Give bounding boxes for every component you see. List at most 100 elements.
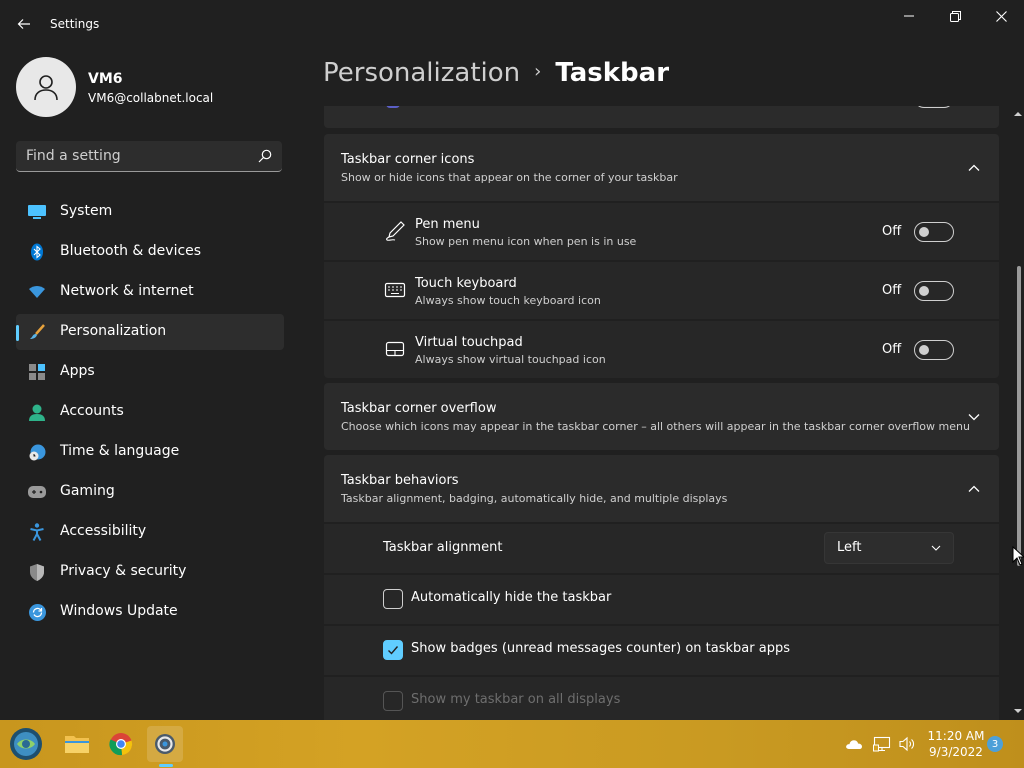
scroll-up-arrow-icon[interactable] <box>1014 110 1022 118</box>
toggle-state-label: Off <box>882 283 902 298</box>
mouse-cursor-icon <box>1012 546 1024 566</box>
clock-time: 11:20 AM <box>927 729 985 743</box>
accessibility-icon <box>28 523 46 541</box>
auto-hide-checkbox[interactable] <box>383 589 403 609</box>
page-title: Taskbar <box>555 58 670 88</box>
sidebar-item-label: Personalization <box>60 323 167 339</box>
sidebar-item-label: Gaming <box>60 483 115 499</box>
card-title: Taskbar corner overflow <box>341 401 497 416</box>
sidebar-item-privacy[interactable]: Privacy & security <box>16 554 284 590</box>
sidebar-item-label: Accounts <box>60 403 124 419</box>
sidebar-item-label: System <box>60 203 113 219</box>
file-explorer-icon <box>65 736 89 753</box>
controller-icon <box>28 483 46 501</box>
search-icon[interactable] <box>258 149 272 163</box>
chrome-icon <box>109 733 133 756</box>
onedrive-icon[interactable] <box>845 735 863 753</box>
search-input[interactable] <box>26 147 246 165</box>
chevron-up-icon[interactable] <box>967 482 981 496</box>
restore-button[interactable] <box>932 4 978 28</box>
taskbar-clock[interactable]: 11:20 AM 9/3/2022 <box>920 728 992 760</box>
row-description: Always show virtual touchpad icon <box>415 353 606 366</box>
auto-hide-label: Automatically hide the taskbar <box>411 590 612 605</box>
corner-overflow-card[interactable]: Taskbar corner overflow Choose which ico… <box>324 383 999 450</box>
badges-checkbox[interactable] <box>383 640 403 660</box>
sidebar-item-label: Bluetooth & devices <box>60 243 202 259</box>
apps-icon <box>28 363 46 381</box>
row-title: Touch keyboard <box>415 276 517 291</box>
settings-app-button[interactable] <box>147 726 183 762</box>
sidebar-item-system[interactable]: System <box>16 194 284 230</box>
sidebar-item-gaming[interactable]: Gaming <box>16 474 284 510</box>
pen-menu-toggle[interactable] <box>914 222 954 242</box>
chevron-down-icon[interactable] <box>967 410 981 424</box>
notification-badge[interactable]: 3 <box>987 736 1003 752</box>
corner-icons-header[interactable]: Taskbar corner icons Show or hide icons … <box>324 134 999 201</box>
breadcrumb-separator: › <box>534 61 542 82</box>
sidebar-item-label: Network & internet <box>60 283 194 299</box>
pen-menu-row: Pen menu Show pen menu icon when pen is … <box>324 203 999 260</box>
user-profile[interactable]: VM6 VM6@collabnet.local <box>16 57 296 117</box>
virtual-touchpad-row: Virtual touchpad Always show virtual tou… <box>324 321 999 378</box>
sidebar-item-network[interactable]: Network & internet <box>16 274 284 310</box>
start-orb-icon <box>10 728 42 760</box>
touchpad-icon <box>385 341 405 357</box>
touch-keyboard-row: Touch keyboard Always show touch keyboar… <box>324 262 999 319</box>
active-app-indicator <box>159 764 173 767</box>
toggle-state-label: Off <box>882 342 902 357</box>
sidebar-item-windows-update[interactable]: Windows Update <box>16 594 284 630</box>
sidebar-item-personalization[interactable]: Personalization <box>16 314 284 350</box>
scroll-down-arrow-icon[interactable] <box>1014 707 1022 715</box>
app-title: Settings <box>50 17 100 31</box>
clock-date: 9/3/2022 <box>929 745 983 759</box>
person-icon <box>28 403 46 421</box>
close-icon <box>995 10 1007 22</box>
search-box[interactable] <box>16 141 282 172</box>
card-description: Choose which icons may appear in the tas… <box>341 420 970 433</box>
scroll-thumb[interactable] <box>1017 266 1021 566</box>
virtual-touchpad-toggle[interactable] <box>914 340 954 360</box>
sidebar-nav: System Bluetooth & devices Network & int… <box>16 194 284 634</box>
start-button[interactable] <box>8 726 44 762</box>
sidebar-item-apps[interactable]: Apps <box>16 354 284 390</box>
sidebar-item-accounts[interactable]: Accounts <box>16 394 284 430</box>
close-button[interactable] <box>978 4 1024 28</box>
sidebar-item-accessibility[interactable]: Accessibility <box>16 514 284 550</box>
badges-label: Show badges (unread messages counter) on… <box>411 641 790 656</box>
sidebar-item-bluetooth[interactable]: Bluetooth & devices <box>16 234 284 270</box>
file-explorer-button[interactable] <box>59 726 95 762</box>
avatar <box>16 57 76 117</box>
volume-icon[interactable] <box>898 735 916 753</box>
breadcrumb-parent[interactable]: Personalization <box>323 58 520 88</box>
card-description: Show or hide icons that appear on the co… <box>341 171 678 184</box>
minimize-icon <box>904 15 914 17</box>
chrome-button[interactable] <box>103 726 139 762</box>
title-bar: Settings <box>0 0 1024 48</box>
chevron-up-icon[interactable] <box>967 161 981 175</box>
checkmark-icon <box>388 646 399 655</box>
all-displays-label: Show my taskbar on all displays <box>411 692 621 707</box>
user-name: VM6 <box>88 71 123 87</box>
settings-window: Settings VM6 VM6@collabnet.local System … <box>0 0 1024 720</box>
bluetooth-icon <box>28 243 46 261</box>
row-title: Virtual touchpad <box>415 335 523 350</box>
restore-icon <box>949 10 961 22</box>
truncated-toggle[interactable] <box>914 106 954 108</box>
touch-keyboard-toggle[interactable] <box>914 281 954 301</box>
taskbar: 11:20 AM 9/3/2022 3 <box>0 720 1024 768</box>
sidebar-item-time-language[interactable]: Time & language <box>16 434 284 470</box>
back-button[interactable] <box>12 12 36 36</box>
sidebar-item-label: Time & language <box>60 443 180 459</box>
user-email: VM6@collabnet.local <box>88 91 214 105</box>
network-icon[interactable] <box>873 735 891 753</box>
alignment-dropdown[interactable]: Left <box>824 532 954 564</box>
card-title: Taskbar corner icons <box>341 152 475 167</box>
minimize-button[interactable] <box>886 4 932 28</box>
breadcrumb: Personalization › Taskbar <box>323 58 669 98</box>
alignment-row: Taskbar alignment Left <box>324 524 999 573</box>
sidebar-item-label: Accessibility <box>60 523 147 539</box>
scrollbar[interactable] <box>1013 106 1023 720</box>
all-displays-row: Show my taskbar on all displays <box>324 677 999 720</box>
behaviors-header[interactable]: Taskbar behaviors Taskbar alignment, bad… <box>324 455 999 522</box>
all-displays-checkbox[interactable] <box>383 691 403 711</box>
